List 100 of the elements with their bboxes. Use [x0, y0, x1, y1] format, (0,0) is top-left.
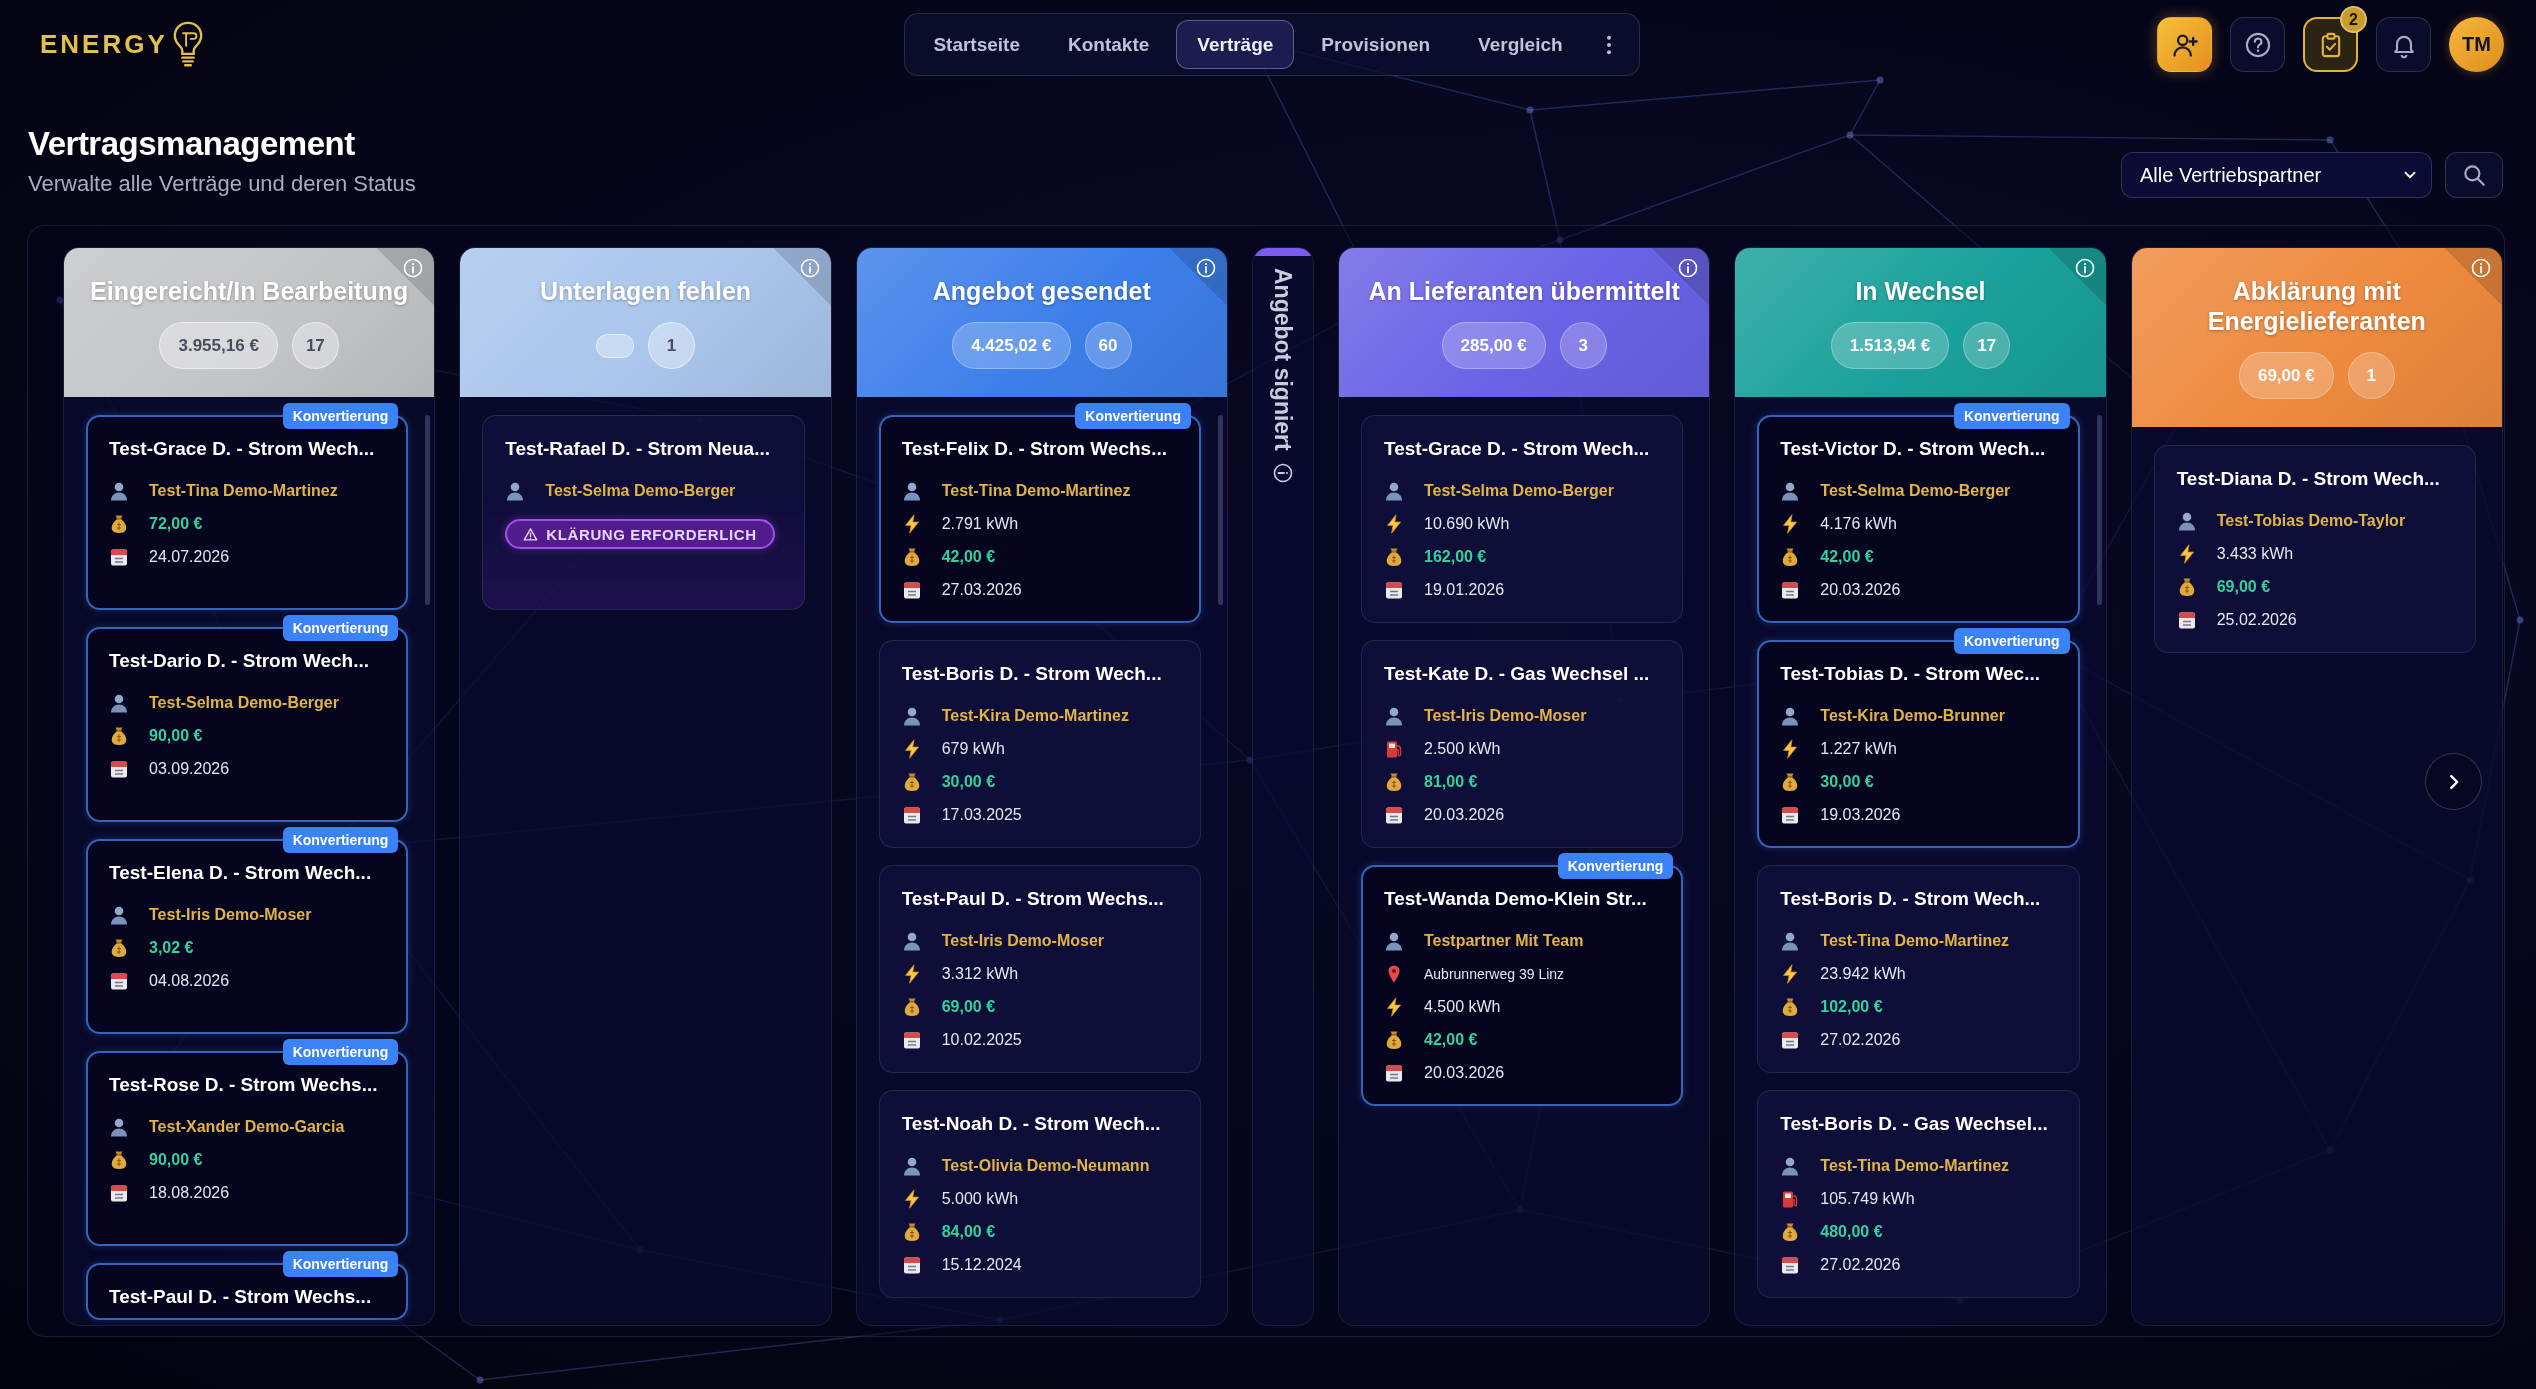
partner-name: Test-Selma Demo-Berger: [1820, 481, 2011, 500]
help-button[interactable]: [2230, 17, 2285, 72]
card-title: Test-Rafael D. - Strom Neua...: [505, 437, 771, 461]
date-value: 17.03.2025: [941, 805, 1022, 824]
partner-name: Test-Olivia Demo-Neumann: [941, 1156, 1150, 1175]
contract-card[interactable]: Test-Kate D. - Gas Wechsel ... Test-Iris Demo-Moser 2.500 kWh 81,00 € 20.03.2026: [1361, 640, 1684, 848]
count-pill: 3: [1559, 322, 1607, 369]
conversion-badge: Konvertierung: [1075, 403, 1191, 429]
page-title: Vertragsmanagement: [28, 124, 356, 164]
consumption-value: 3.312 kWh: [941, 964, 1019, 983]
date-value: 20.03.2026: [1424, 805, 1505, 824]
amount-pill: 285,00 €: [1441, 322, 1546, 369]
column-title: Angebot gesendet: [931, 276, 1152, 306]
conversion-badge: Konvertierung: [282, 827, 399, 853]
person-icon: [901, 480, 922, 501]
contract-card[interactable]: Test-Diana D. - Strom Wech... Test-Tobias Demo-Taylor 3.433 kWh 69,00 € 25.02.2026: [2153, 445, 2476, 653]
info-icon: [1196, 258, 1216, 278]
money-bag-icon: [1384, 1029, 1404, 1050]
person-icon: [1780, 930, 1801, 951]
consumption-value: 1.227 kWh: [1820, 739, 1897, 758]
nav-tab[interactable]: Startseite: [912, 20, 1041, 69]
commission-amount: 84,00 €: [941, 1222, 996, 1241]
contract-card[interactable]: Test-Boris D. - Gas Wechsel... Test-Tina Demo-Martinez 105.749 kWh 480,00 € 27.02.2026: [1757, 1090, 2080, 1298]
conversion-badge: Konvertierung: [282, 1251, 399, 1277]
nav-tab[interactable]: Vergleich: [1457, 20, 1584, 69]
conversion-badge: Konvertierung: [1953, 628, 2070, 654]
contract-card[interactable]: Test-Noah D. - Strom Wech... Test-Olivia Demo-Neumann 5.000 kWh 84,00 € 15.12.2024: [878, 1090, 1201, 1298]
scrollbar-thumb[interactable]: [1218, 415, 1223, 605]
contract-card[interactable]: Test-Boris D. - Strom Wech... Test-Kira Demo-Martinez 679 kWh 30,00 € 17.03.2025: [878, 640, 1201, 848]
card-title: Test-Boris D. - Strom Wech...: [1780, 887, 2042, 911]
date-value: 19.01.2026: [1424, 580, 1505, 599]
money-bag-icon: [1384, 546, 1404, 567]
user-avatar[interactable]: TM: [2449, 17, 2504, 72]
commission-amount: 69,00 €: [941, 997, 996, 1016]
commission-amount: 3,02 €: [149, 938, 194, 957]
date-value: 20.03.2026: [1820, 580, 1901, 599]
contract-card[interactable]: Test-Grace D. - Strom Wech... Test-Selma Demo-Berger 10.690 kWh 162,00 € 19.01.2026: [1361, 415, 1684, 623]
person-icon: [901, 705, 922, 726]
nav-tab[interactable]: Verträge: [1176, 20, 1295, 69]
date-value: 24.07.2026: [149, 547, 230, 566]
nav-tab[interactable]: Provisionen: [1300, 20, 1452, 69]
search-icon: [2461, 162, 2487, 188]
nav-tab[interactable]: Kontakte: [1047, 20, 1171, 69]
consumption-value: 3.433 kWh: [2216, 544, 2294, 563]
card-title: Test-Dario D. - Strom Wech...: [109, 649, 371, 673]
column-title: Eingereicht/In Bearbeitung: [89, 276, 410, 306]
amount-pill: 3.955,16 €: [159, 322, 278, 369]
date-value: 27.02.2026: [1820, 1030, 1901, 1049]
info-icon[interactable]: [1273, 462, 1293, 483]
conversion-badge: Konvertierung: [1953, 403, 2070, 429]
commission-amount: 81,00 €: [1424, 772, 1478, 791]
contract-card[interactable]: Test-Rafael D. - Strom Neua... Test-Selma Demo-Berger KLÄRUNG ERFORDERLICH: [482, 415, 805, 610]
card-title: Test-Paul D. - Strom Wechs...: [901, 887, 1165, 911]
info-icon: [1678, 258, 1699, 278]
column-title: In Wechsel: [1854, 276, 1987, 306]
partner-name: Test-Kira Demo-Martinez: [941, 706, 1129, 725]
money-bag-icon: [109, 725, 129, 746]
partner-dropdown[interactable]: Alle Vertriebspartner: [2121, 152, 2432, 198]
add-contact-button[interactable]: [2157, 17, 2212, 72]
consumption-value: 105.749 kWh: [1820, 1189, 1915, 1208]
logo-text: ENERGY: [40, 29, 168, 60]
date-value: 25.02.2026: [2216, 610, 2297, 629]
person-icon: [901, 930, 922, 951]
count-pill: 1: [2347, 352, 2395, 399]
info-icon: [2470, 258, 2491, 278]
count-badge: 2: [2340, 6, 2367, 33]
contract-card[interactable]: Test-Boris D. - Strom Wech... Test-Tina Demo-Martinez 23.942 kWh 102,00 € 27.02.2026: [1757, 865, 2080, 1073]
commission-amount: 30,00 €: [1820, 772, 1874, 791]
card-title: Test-Tobias D. - Strom Wec...: [1780, 662, 2041, 686]
column-title: Abklärung mit Energielieferanten: [2206, 276, 2427, 336]
person-icon: [1384, 930, 1404, 951]
conversion-badge: Konvertierung: [1557, 853, 1674, 879]
notifications-button[interactable]: [2376, 17, 2431, 72]
lightning-icon: [1384, 513, 1404, 534]
scrollbar-thumb[interactable]: [425, 415, 431, 605]
commission-amount: 42,00 €: [1820, 547, 1874, 566]
person-icon: [109, 480, 129, 501]
search-button[interactable]: [2445, 152, 2503, 198]
consumption-value: 679 kWh: [941, 739, 1005, 758]
contract-card[interactable]: Test-Paul D. - Strom Wechs... Test-Iris Demo-Moser 3.312 kWh 69,00 € 10.02.2025: [878, 865, 1201, 1073]
partner-name: Testpartner Mit Team: [1424, 931, 1584, 950]
scrollbar-thumb[interactable]: [2096, 415, 2102, 605]
person-icon: [1780, 1155, 1801, 1176]
commission-amount: 72,00 €: [149, 514, 203, 533]
partner-name: Test-Selma Demo-Berger: [149, 693, 339, 712]
count-pill: 1: [648, 322, 695, 369]
consumption-value: 23.942 kWh: [1820, 964, 1906, 983]
info-icon: [403, 258, 424, 278]
card-title: Test-Wanda Demo-Klein Str...: [1384, 887, 1648, 911]
collapsed-column[interactable]: Angebot signiert: [1252, 247, 1314, 1326]
partner-name: Test-Kira Demo-Brunner: [1820, 706, 2005, 725]
warning-icon: [523, 526, 539, 542]
amount-pill: 69,00 €: [2238, 352, 2334, 399]
card-title: Test-Boris D. - Gas Wechsel...: [1780, 1112, 2049, 1136]
date-value: 04.08.2026: [149, 971, 230, 990]
amount-pill: 4.425,02 €: [952, 322, 1071, 369]
partner-name: Test-Xander Demo-Garcia: [149, 1117, 345, 1136]
lightning-icon: [1384, 996, 1404, 1017]
more-options-icon[interactable]: [1605, 33, 1612, 56]
conversion-badge: Konvertierung: [282, 615, 399, 641]
